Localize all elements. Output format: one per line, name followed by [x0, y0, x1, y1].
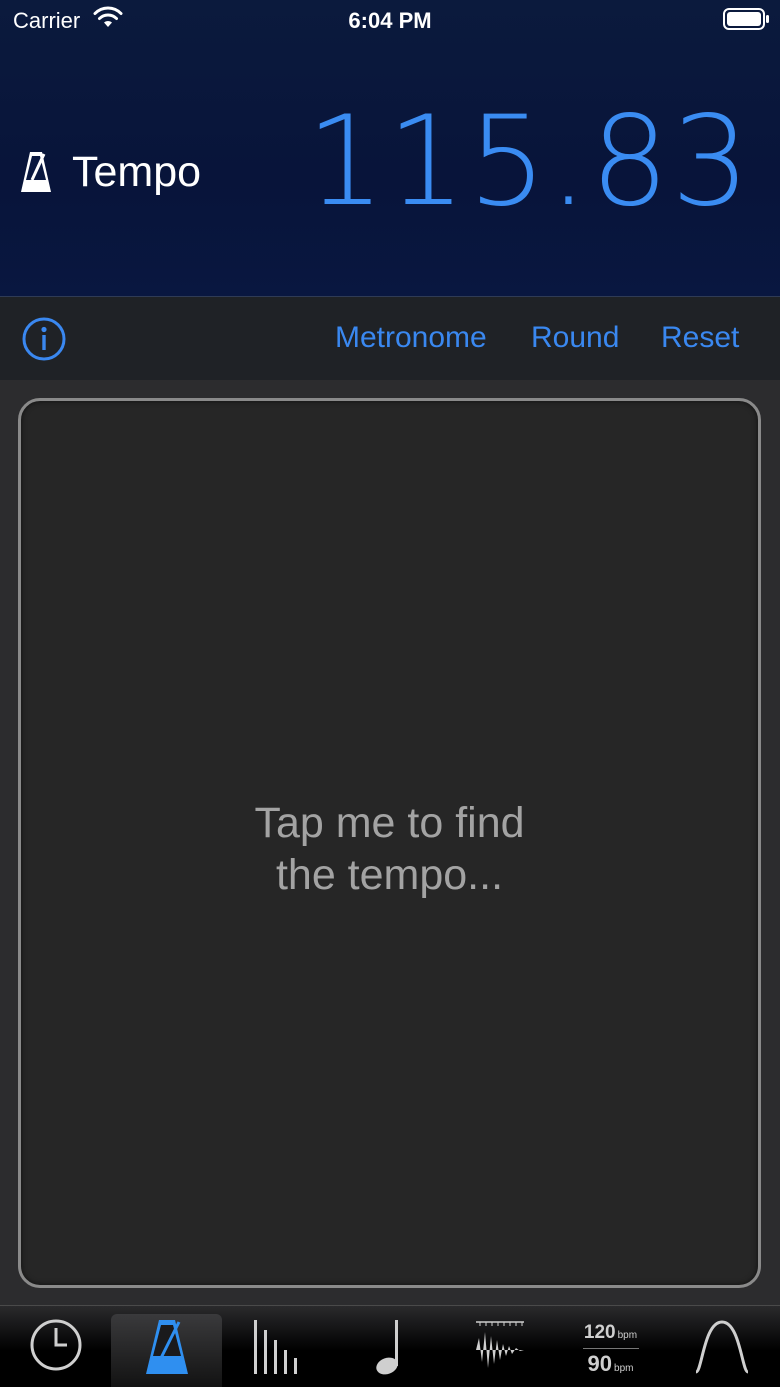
sine-wave-icon: [694, 1320, 749, 1374]
metronome-icon: [21, 152, 51, 192]
tab-waveform[interactable]: [444, 1314, 555, 1387]
tab-metronome[interactable]: [111, 1314, 222, 1387]
bpm-convert-icon: 120 bpm 90 bpm: [555, 1318, 666, 1378]
toolbar: Metronome Round Reset: [0, 296, 780, 380]
battery-icon: [723, 8, 769, 30]
reset-button[interactable]: Reset: [661, 321, 739, 355]
tab-note[interactable]: [333, 1314, 444, 1387]
page-title-row: Tempo: [20, 144, 201, 200]
music-note-icon: [375, 1320, 398, 1375]
app-screen: Carrier 6:04 PM Tempo 115.83 Metronome R…: [0, 0, 780, 1387]
bpm-top-unit: bpm: [617, 1330, 638, 1341]
tab-clock[interactable]: [0, 1314, 111, 1387]
bars-icon: [253, 1320, 297, 1374]
metronome-button[interactable]: Metronome: [335, 321, 487, 355]
metronome-icon: [145, 1320, 188, 1374]
tap-area[interactable]: Tap me to find the tempo...: [18, 398, 761, 1288]
header: Carrier 6:04 PM Tempo 115.83: [0, 0, 780, 296]
bpm-bottom-unit: bpm: [614, 1363, 634, 1374]
clock-icon: [30, 1319, 81, 1371]
main-content: Tap me to find the tempo...: [0, 380, 780, 1305]
tab-sine[interactable]: [666, 1314, 777, 1387]
tap-hint-text: Tap me to find the tempo...: [21, 797, 758, 901]
info-icon[interactable]: [22, 317, 66, 361]
status-time: 6:04 PM: [348, 8, 432, 33]
bpm-bottom-value: 90: [587, 1351, 613, 1376]
waveform-icon: [475, 1321, 524, 1368]
bpm-top-value: 120: [583, 1322, 616, 1343]
page-title: Tempo: [72, 147, 202, 196]
status-bar: Carrier 6:04 PM: [0, 0, 780, 44]
tap-hint-line-1: Tap me to find: [254, 799, 525, 847]
tap-hint-line-2: the tempo...: [275, 851, 504, 899]
round-button[interactable]: Round: [531, 321, 619, 355]
tab-bars[interactable]: [222, 1314, 333, 1387]
tab-bar: 120 bpm 90 bpm: [0, 1305, 780, 1387]
tempo-readout: 115.83: [306, 90, 752, 234]
tab-bpm-convert[interactable]: 120 bpm 90 bpm: [555, 1314, 666, 1387]
